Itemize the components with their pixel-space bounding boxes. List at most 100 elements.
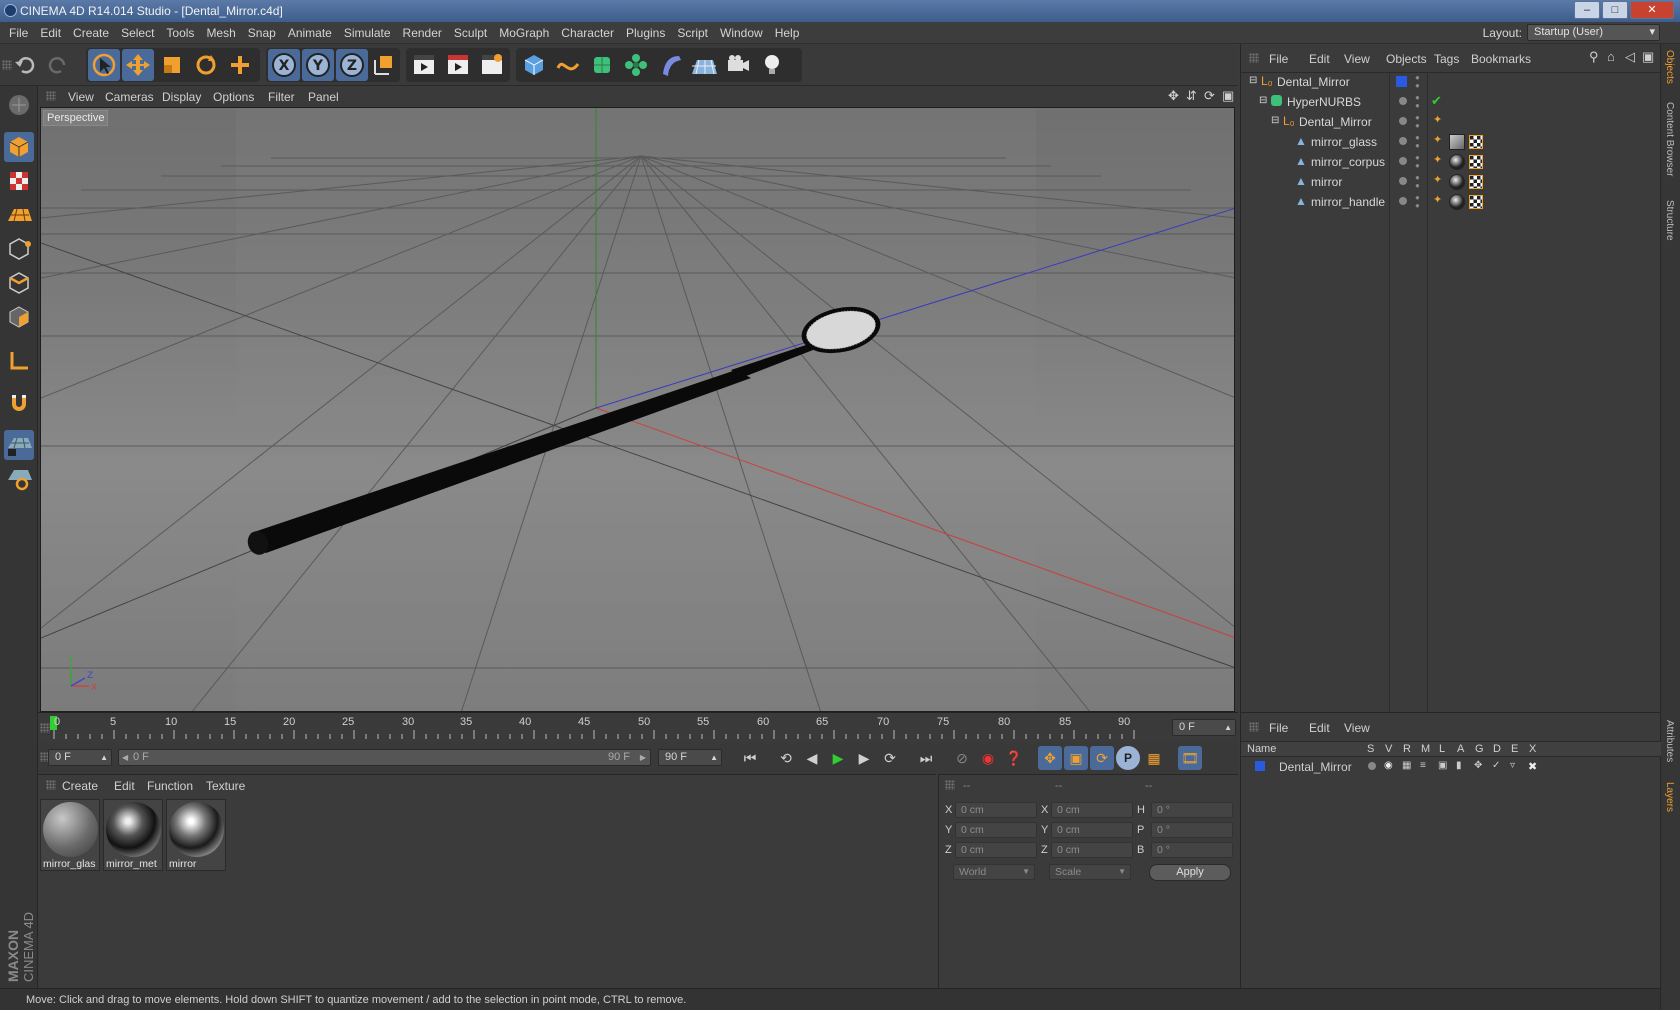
current-frame-field[interactable]: 0 F ▲ — [1172, 719, 1236, 736]
layers-menu-file[interactable]: File — [1269, 721, 1288, 735]
visibility-dots-icon[interactable]: ● ● — [1415, 74, 1420, 90]
stepper-arrows-icon[interactable]: ▲ — [1224, 720, 1232, 735]
tab-content-browser[interactable]: Content Browser — [1664, 102, 1675, 176]
material-swatch-mirror-glass[interactable]: mirror_glas — [40, 799, 100, 871]
menu-mograph[interactable]: MoGraph — [493, 22, 555, 44]
menu-edit[interactable]: Edit — [34, 22, 67, 44]
menu-file[interactable]: File — [3, 22, 34, 44]
tree-collapse-icon[interactable]: ⊟ — [1271, 115, 1279, 126]
objects-menu-objects[interactable]: Objects — [1386, 52, 1427, 66]
coordinate-system-button[interactable] — [368, 49, 400, 81]
perspective-viewport[interactable]: Y X Z Perspective — [40, 107, 1235, 712]
add-cube-button[interactable] — [518, 49, 550, 81]
uvw-tag-icon[interactable] — [1469, 175, 1483, 189]
phong-tag-icon[interactable]: ✦ — [1433, 153, 1442, 166]
object-row-dental-mirror-child[interactable]: ⊟ L₀ Dental_Mirror ● ● ✦ — [1241, 112, 1661, 132]
materials-menu-function[interactable]: Function — [147, 779, 193, 793]
viewport-rotate-icon[interactable]: ⟳ — [1204, 88, 1215, 104]
object-row-mirror[interactable]: ▲ mirror ● ● ✦ — [1241, 172, 1661, 192]
x-axis-lock-button[interactable]: X — [268, 49, 300, 81]
materials-menu-edit[interactable]: Edit — [114, 779, 135, 793]
menu-character[interactable]: Character — [555, 22, 620, 44]
render-toggle-icon[interactable]: ▦ — [1402, 760, 1411, 771]
move-tool-button[interactable] — [122, 49, 154, 81]
add-nurbs-button[interactable] — [586, 49, 618, 81]
viewport-menu-view[interactable]: View — [68, 90, 94, 104]
size-mode-select[interactable]: Scale ▼ — [1049, 864, 1131, 880]
column-x[interactable]: X — [1529, 743, 1536, 755]
rotation-b-field[interactable]: 0 ° — [1151, 842, 1233, 858]
column-e[interactable]: E — [1511, 743, 1518, 755]
key-pla-button[interactable]: ▦ — [1142, 746, 1166, 770]
objects-menu-file[interactable]: File — [1269, 52, 1288, 66]
eye-visible-icon[interactable]: ◉ — [1384, 760, 1393, 771]
column-m[interactable]: M — [1421, 743, 1430, 755]
phong-tag-icon[interactable]: ✦ — [1433, 193, 1442, 206]
rotation-h-field[interactable]: 0 ° — [1151, 802, 1233, 818]
enabled-check-icon[interactable]: ✔ — [1431, 93, 1442, 109]
material-tag-icon[interactable] — [1449, 174, 1465, 190]
position-x-field[interactable]: 0 cm — [955, 802, 1037, 818]
menu-plugins[interactable]: Plugins — [620, 22, 671, 44]
z-axis-lock-button[interactable]: Z — [336, 49, 368, 81]
menu-mesh[interactable]: Mesh — [200, 22, 241, 44]
phong-tag-icon[interactable]: ✦ — [1433, 113, 1442, 126]
go-to-start-button[interactable]: ⏮ — [738, 746, 762, 770]
snap-button[interactable] — [4, 388, 34, 418]
size-z-field[interactable]: 0 cm — [1051, 842, 1133, 858]
max-frame-field[interactable]: 90 F ▲ — [658, 749, 722, 766]
tab-attributes[interactable]: Attributes — [1664, 720, 1675, 762]
viewport-menu-display[interactable]: Display — [162, 90, 201, 104]
menu-snap[interactable]: Snap — [242, 22, 282, 44]
previous-key-button[interactable]: ⟲ — [774, 746, 798, 770]
render-view-button[interactable] — [408, 49, 440, 81]
viewport-maximize-icon[interactable]: ▣ — [1222, 88, 1234, 104]
menu-animate[interactable]: Animate — [282, 22, 338, 44]
layout-select[interactable]: Startup (User) ▾ — [1527, 24, 1660, 41]
viewport-menu-options[interactable]: Options — [213, 90, 254, 104]
menu-create[interactable]: Create — [67, 22, 115, 44]
expression-toggle-icon[interactable]: ▿ — [1510, 760, 1515, 771]
tree-collapse-icon[interactable]: ⊟ — [1259, 95, 1267, 106]
add-scene-button[interactable] — [688, 49, 720, 81]
material-tag-icon[interactable] — [1449, 134, 1465, 150]
visibility-dots-icon[interactable]: ● ● — [1415, 134, 1420, 150]
size-x-field[interactable]: 0 cm — [1051, 802, 1133, 818]
arrow-left-icon[interactable]: ◁ — [1625, 49, 1635, 65]
column-r[interactable]: R — [1403, 743, 1411, 755]
undo-button[interactable] — [9, 49, 41, 81]
keyframe-selection-button[interactable]: ❓ — [1002, 746, 1026, 770]
objects-menu-tags[interactable]: Tags — [1434, 52, 1459, 66]
viewport-pan-icon[interactable]: ✥ — [1168, 88, 1179, 104]
object-row-mirror-corpus[interactable]: ▲ mirror_corpus ● ● ✦ — [1241, 152, 1661, 172]
locked-workplane-button[interactable] — [4, 430, 34, 460]
material-tag-icon[interactable] — [1449, 154, 1465, 170]
points-mode-button[interactable] — [4, 234, 34, 264]
add-light-button[interactable] — [756, 49, 788, 81]
layers-menu-view[interactable]: View — [1344, 721, 1370, 735]
size-y-field[interactable]: 0 cm — [1051, 822, 1133, 838]
uvw-tag-icon[interactable] — [1469, 155, 1483, 169]
home-icon[interactable]: ⌂ — [1607, 49, 1615, 64]
add-camera-button[interactable] — [722, 49, 754, 81]
menu-select[interactable]: Select — [115, 22, 160, 44]
visibility-dot-icon[interactable] — [1399, 157, 1407, 165]
visibility-dots-icon[interactable]: ● ● — [1415, 194, 1420, 210]
objects-menu-bookmarks[interactable]: Bookmarks — [1471, 52, 1531, 66]
visibility-dot-icon[interactable] — [1399, 177, 1407, 185]
polygons-mode-button[interactable] — [4, 302, 34, 332]
lock-icon[interactable]: ▣ — [1438, 760, 1447, 771]
render-picture-viewer-button[interactable] — [442, 49, 474, 81]
column-v[interactable]: V — [1385, 743, 1392, 755]
visibility-dot-icon[interactable] — [1399, 97, 1407, 105]
scale-tool-button[interactable] — [156, 49, 188, 81]
tree-collapse-icon[interactable]: ⊟ — [1249, 75, 1257, 86]
visibility-dots-icon[interactable]: ● ● — [1415, 114, 1420, 130]
workplane-mode-button[interactable] — [4, 200, 34, 230]
menu-render[interactable]: Render — [397, 22, 448, 44]
previous-frame-button[interactable]: ◀ — [800, 746, 824, 770]
object-row-dental-mirror-root[interactable]: ⊟ L₀ Dental_Mirror ● ● — [1241, 72, 1661, 92]
min-frame-field[interactable]: 0 F ▲ — [48, 749, 112, 766]
solo-toggle[interactable] — [1368, 762, 1376, 770]
rotation-p-field[interactable]: 0 ° — [1151, 822, 1233, 838]
